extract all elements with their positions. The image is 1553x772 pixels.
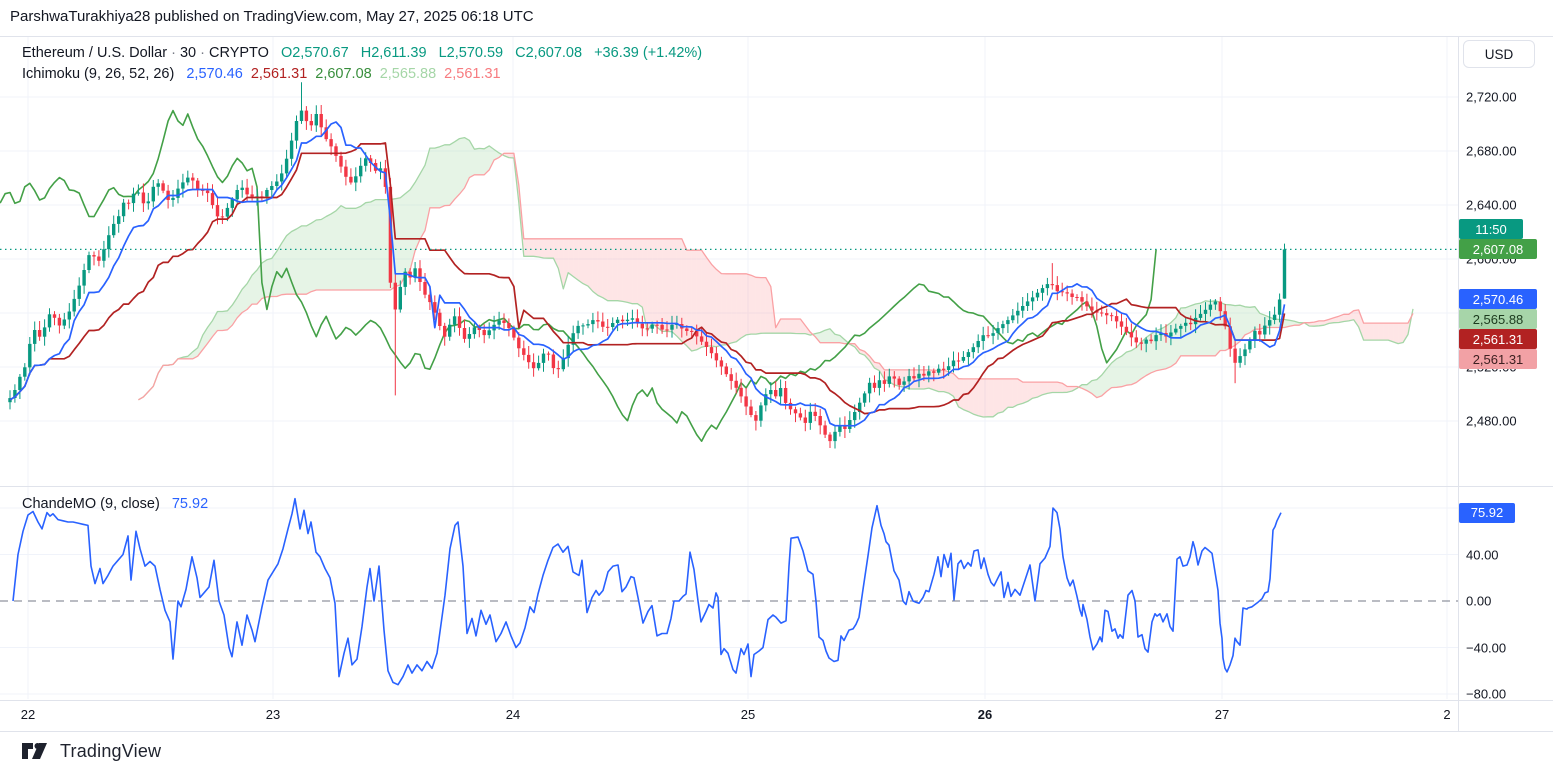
osc-value-badge: 75.92 bbox=[1459, 503, 1515, 523]
ohlc-high: H2,611.39 bbox=[361, 45, 427, 61]
ichimoku-values: 2,570.46 2,561.31 2,607.08 2,565.88 2,561.31 bbox=[178, 66, 500, 82]
time-tick: 22 bbox=[21, 707, 35, 722]
interval-label[interactable]: 30 bbox=[180, 45, 196, 61]
ohlc-low: L2,570.59 bbox=[439, 45, 504, 61]
exchange-label: CRYPTO bbox=[209, 45, 269, 61]
time-axis-border-bottom bbox=[0, 731, 1553, 732]
ichimoku-value: 2,561.31 bbox=[444, 66, 500, 82]
time-tick: 23 bbox=[266, 707, 280, 722]
tradingview-logo-text: TradingView bbox=[60, 741, 161, 762]
time-tick: 26 bbox=[978, 707, 992, 722]
symbol-title[interactable]: Ethereum / U.S. Dollar bbox=[22, 45, 167, 61]
tradingview-logo[interactable]: TradingView bbox=[22, 740, 161, 762]
osc-tick: 0.00 bbox=[1466, 594, 1491, 609]
price-tick: 2,680.00 bbox=[1466, 144, 1517, 159]
chart-canvas[interactable] bbox=[0, 0, 1553, 772]
currency-toggle-button[interactable]: USD bbox=[1463, 40, 1535, 68]
time-tick: 2 bbox=[1443, 707, 1450, 722]
time-axis-border-top bbox=[0, 700, 1553, 701]
chandemo-legend[interactable]: ChandeMO (9, close) 75.92 bbox=[22, 496, 208, 512]
legend-separator: · bbox=[200, 45, 205, 61]
osc-tick: 40.00 bbox=[1466, 547, 1499, 562]
price-axis-border bbox=[1458, 36, 1459, 731]
time-tick: 27 bbox=[1215, 707, 1229, 722]
ohlc-open: O2,570.67 bbox=[281, 45, 349, 61]
pane-separator[interactable] bbox=[0, 486, 1553, 487]
price-tick: 2,480.00 bbox=[1466, 414, 1517, 429]
last-price-badge: 2,607.08 bbox=[1459, 239, 1537, 259]
ichimoku-value: 2,607.08 bbox=[315, 66, 371, 82]
ichimoku-value: 2,561.31 bbox=[251, 66, 307, 82]
ichimoku-value: 2,565.88 bbox=[380, 66, 436, 82]
legend-separator: · bbox=[171, 45, 176, 61]
indicator-price-badge: 2,565.88 bbox=[1459, 309, 1537, 329]
indicator-price-badge: 2,561.31 bbox=[1459, 329, 1537, 349]
osc-tick: −80.00 bbox=[1466, 687, 1506, 702]
indicator-price-badge: 2,570.46 bbox=[1459, 289, 1537, 309]
chandemo-label[interactable]: ChandeMO (9, close) bbox=[22, 496, 160, 512]
tradingview-logo-icon bbox=[22, 740, 52, 762]
price-tick: 2,720.00 bbox=[1466, 90, 1517, 105]
time-tick: 24 bbox=[506, 707, 520, 722]
ichimoku-legend[interactable]: Ichimoku (9, 26, 52, 26) 2,570.46 2,561.3… bbox=[22, 66, 501, 82]
time-tick: 25 bbox=[741, 707, 755, 722]
ichimoku-label[interactable]: Ichimoku (9, 26, 52, 26) bbox=[22, 66, 174, 82]
osc-tick: −40.00 bbox=[1466, 640, 1506, 655]
price-tick: 2,640.00 bbox=[1466, 198, 1517, 213]
symbol-legend[interactable]: Ethereum / U.S. Dollar · 30 · CRYPTO O2,… bbox=[22, 45, 702, 61]
ohlc-change: +36.39 (+1.42%) bbox=[594, 45, 702, 61]
tradingview-snapshot: ParshwaTurakhiya28 published on TradingV… bbox=[0, 0, 1553, 772]
ichimoku-value: 2,570.46 bbox=[186, 66, 242, 82]
countdown-badge: 11:50 bbox=[1459, 219, 1523, 239]
chandemo-value: 75.92 bbox=[172, 496, 208, 512]
indicator-price-badge: 2,561.31 bbox=[1459, 349, 1537, 369]
ohlc-close: C2,607.08 bbox=[515, 45, 582, 61]
